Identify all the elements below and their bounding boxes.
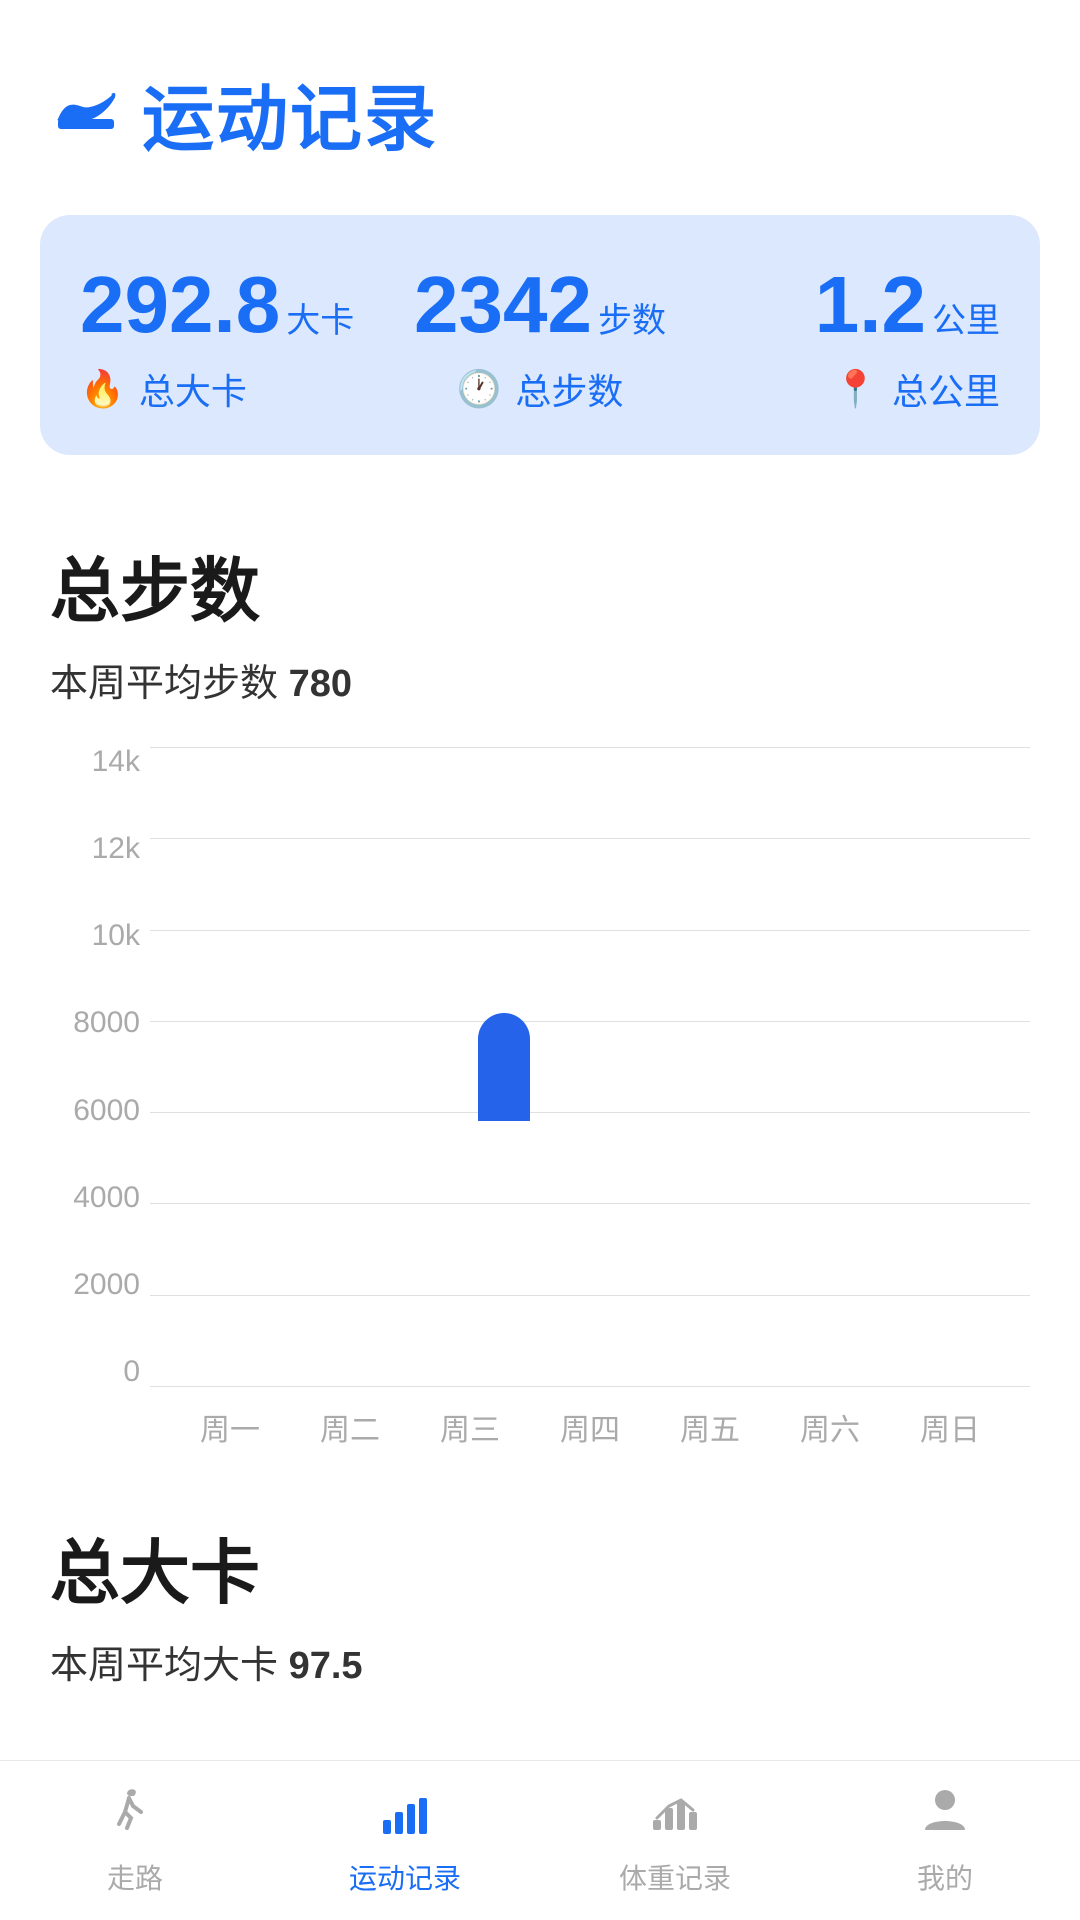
x-axis-label: 周四 [530, 1405, 650, 1449]
fire-icon: 🔥 [80, 368, 125, 410]
calories-unit: 大卡 [286, 293, 354, 342]
x-axis: 周一周二周三周四周五周六周日 [150, 1387, 1030, 1467]
y-axis-label: 12k [50, 834, 140, 864]
profile-icon [919, 1784, 971, 1849]
calories-section: 总大卡 本周平均大卡 97.5 [0, 1517, 1080, 1729]
y-axis-label: 2000 [50, 1270, 140, 1300]
bar-col [170, 747, 290, 1387]
distance-unit: 公里 [932, 293, 1000, 342]
shoe-icon [50, 69, 122, 156]
y-axis-label: 8000 [50, 1008, 140, 1038]
distance-label-row: 📍 总公里 [833, 363, 1000, 415]
steps-unit: 步数 [598, 293, 666, 342]
nav-weight[interactable]: 体重记录 [540, 1784, 810, 1897]
y-axis-label: 4000 [50, 1183, 140, 1213]
page-container: 运动记录 292.8 大卡 🔥 总大卡 2342 步数 🕐 总步数 [0, 0, 1080, 1920]
steps-value-row: 2342 步数 [414, 265, 666, 345]
steps-section-title: 总步数 [50, 535, 1030, 636]
steps-label: 总步数 [515, 363, 623, 415]
bar-col [770, 747, 890, 1387]
stats-card: 292.8 大卡 🔥 总大卡 2342 步数 🕐 总步数 1.2 公里 [40, 215, 1040, 455]
calories-value-row: 292.8 大卡 [80, 265, 354, 345]
header: 运动记录 [0, 0, 1080, 195]
location-icon: 📍 [833, 368, 878, 410]
x-axis-label: 周二 [290, 1405, 410, 1449]
x-axis-label: 周六 [770, 1405, 890, 1449]
nav-profile[interactable]: 我的 [810, 1784, 1080, 1897]
calories-label-row: 🔥 总大卡 [80, 363, 247, 415]
y-axis-label: 0 [50, 1357, 140, 1387]
bars-row [150, 747, 1030, 1387]
steps-label-row: 🕐 总步数 [457, 363, 624, 415]
nav-weight-label: 体重记录 [619, 1857, 731, 1897]
distance-value-row: 1.2 公里 [815, 265, 1000, 345]
page-title: 运动记录 [142, 60, 438, 165]
calories-section-subtitle: 本周平均大卡 97.5 [50, 1634, 1030, 1689]
stat-steps: 2342 步数 🕐 总步数 [387, 265, 694, 415]
x-axis-label: 周一 [170, 1405, 290, 1449]
steps-number: 2342 [414, 265, 592, 345]
bottom-nav: 走路 运动记录 体重记录 [0, 1760, 1080, 1920]
steps-section-subtitle: 本周平均步数 780 [50, 652, 1030, 707]
stat-calories: 292.8 大卡 🔥 总大卡 [80, 265, 387, 415]
bar-col [530, 747, 650, 1387]
stat-distance: 1.2 公里 📍 总公里 [693, 265, 1000, 415]
nav-walking[interactable]: 走路 [0, 1784, 270, 1897]
weight-icon [649, 1784, 701, 1849]
x-axis-label: 周三 [410, 1405, 530, 1449]
x-axis-label: 周日 [890, 1405, 1010, 1449]
exercise-icon [379, 1784, 431, 1849]
nav-walking-label: 走路 [107, 1857, 163, 1897]
bar [478, 1013, 530, 1120]
nav-exercise[interactable]: 运动记录 [270, 1784, 540, 1897]
y-axis-label: 10k [50, 921, 140, 951]
y-axis-label: 14k [50, 747, 140, 777]
distance-number: 1.2 [815, 265, 926, 345]
nav-profile-label: 我的 [917, 1857, 973, 1897]
calories-label: 总大卡 [139, 363, 247, 415]
x-axis-label: 周五 [650, 1405, 770, 1449]
bar-col [890, 747, 1010, 1387]
steps-chart: 14k 12k 10k 8000 6000 4000 2000 0 周一周二周三周四周五周六周… [50, 747, 1030, 1467]
calories-section-title: 总大卡 [50, 1517, 1030, 1618]
distance-label: 总公里 [892, 363, 1000, 415]
y-axis-label: 6000 [50, 1096, 140, 1126]
calories-number: 292.8 [80, 265, 280, 345]
walking-icon [109, 1784, 161, 1849]
y-axis: 14k 12k 10k 8000 6000 4000 2000 0 [50, 747, 150, 1387]
bar-col [410, 747, 530, 1387]
steps-section: 总步数 本周平均步数 780 14k 12k 10k 8000 6000 4000 2000… [0, 535, 1080, 1487]
clock-icon: 🕐 [457, 368, 502, 410]
bar-col [650, 747, 770, 1387]
bar-col [290, 747, 410, 1387]
nav-exercise-label: 运动记录 [349, 1857, 461, 1897]
